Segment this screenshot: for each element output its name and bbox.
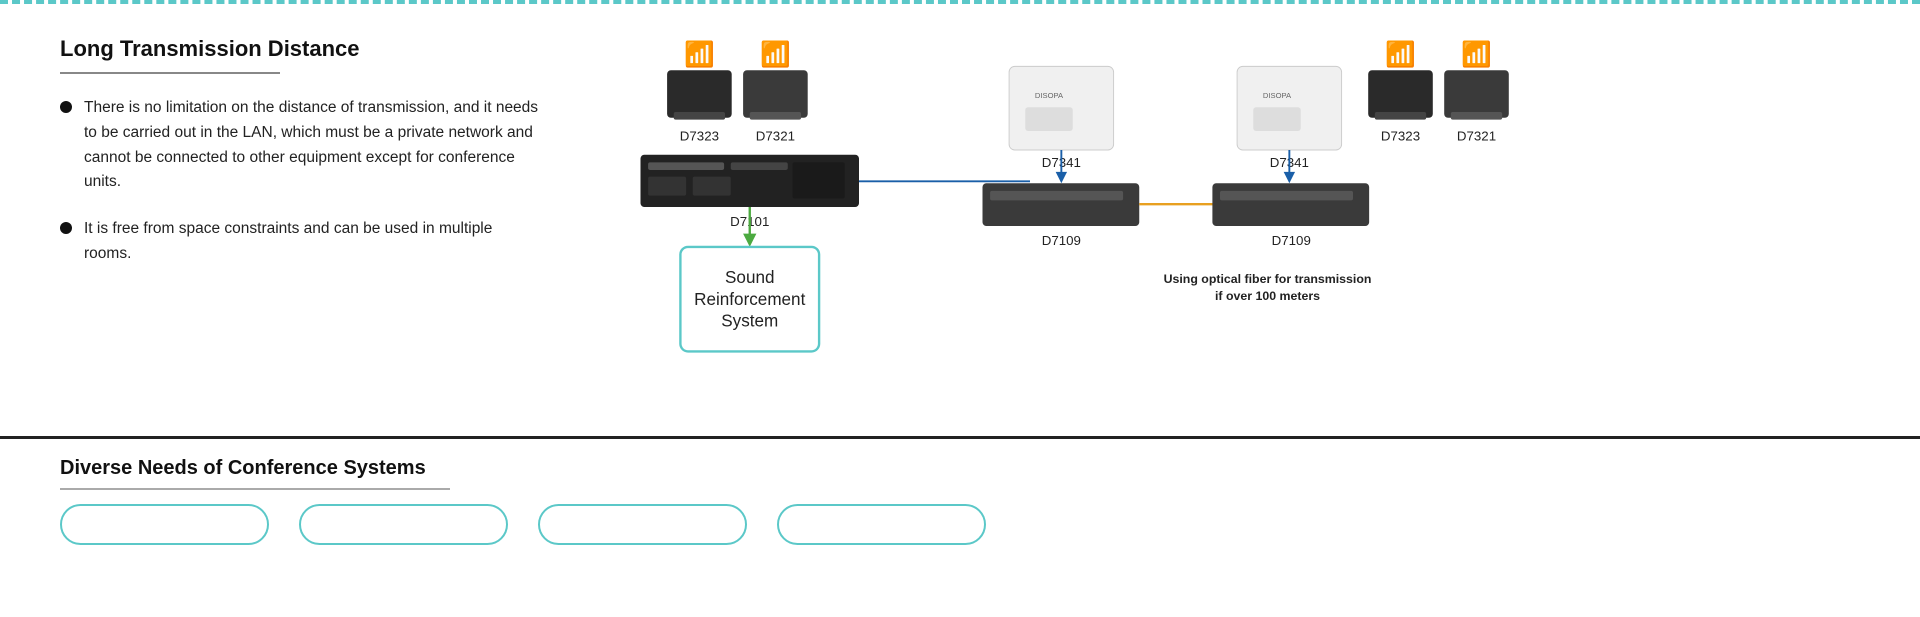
bullet-text-1: There is no limitation on the distance o…: [84, 96, 540, 195]
bullet-item-2: It is free from space constraints and ca…: [60, 217, 540, 267]
wifi-icon-d7323-right: 📶: [1385, 40, 1416, 69]
device-d7109-right: [1212, 183, 1369, 226]
label-d7109-right: D7109: [1272, 233, 1311, 248]
section-title: Long Transmission Distance: [60, 36, 540, 62]
bottom-card-4: [777, 504, 986, 545]
wifi-icon-d7323-left: 📶: [684, 40, 715, 69]
device-d7109-center: [983, 183, 1140, 226]
label-d7321-left: D7321: [756, 129, 795, 144]
arrowhead-d7341-center: [1056, 172, 1067, 183]
bottom-card-2: [299, 504, 508, 545]
sound-system-label-1: Sound: [725, 268, 774, 287]
fiber-note-2: if over 100 meters: [1215, 289, 1320, 303]
arrowhead-d7341-right: [1284, 172, 1295, 183]
bullet-dot-2: [60, 222, 72, 234]
main-section: Long Transmission Distance There is no l…: [0, 6, 1920, 436]
label-disopa-center: DISOPA: [1035, 91, 1064, 100]
device-d7323-right: [1368, 70, 1433, 118]
bottom-cards: [60, 504, 1860, 545]
fiber-note-1: Using optical fiber for transmission: [1164, 272, 1372, 286]
bottom-section: Diverse Needs of Conference Systems: [0, 436, 1920, 555]
label-d7109-center: D7109: [1042, 233, 1081, 248]
arrowhead-d7101-down: [743, 234, 756, 247]
bottom-card-1: [60, 504, 269, 545]
bottom-underline: [60, 488, 450, 490]
diagram-area: 📶 📶 D7323 D7321 D7101 Sound: [580, 36, 1860, 416]
label-d7323-right: D7323: [1381, 129, 1420, 144]
bullet-list: There is no limitation on the distance o…: [60, 96, 540, 267]
device-d7321-left: [743, 70, 808, 118]
wifi-icon-d7321-right: 📶: [1461, 40, 1492, 69]
device-d7321-right: [1444, 70, 1509, 118]
bullet-item-1: There is no limitation on the distance o…: [60, 96, 540, 195]
diagram-svg: 📶 📶 D7323 D7321 D7101 Sound: [580, 36, 1860, 416]
sound-system-label-2: Reinforcement: [694, 290, 805, 309]
bullet-dot-1: [60, 101, 72, 113]
wifi-icon-d7321-left: 📶: [760, 40, 791, 69]
label-d7321-right: D7321: [1457, 129, 1496, 144]
bullet-text-2: It is free from space constraints and ca…: [84, 217, 540, 267]
bottom-card-3: [538, 504, 747, 545]
bottom-title: Diverse Needs of Conference Systems: [60, 457, 1860, 480]
sound-system-label-3: System: [721, 312, 778, 331]
device-d7323-left: [667, 70, 732, 118]
label-disopa-right: DISOPA: [1263, 91, 1292, 100]
label-d7323-left: D7323: [680, 129, 719, 144]
title-underline: [60, 72, 280, 74]
left-text-panel: Long Transmission Distance There is no l…: [60, 36, 580, 416]
